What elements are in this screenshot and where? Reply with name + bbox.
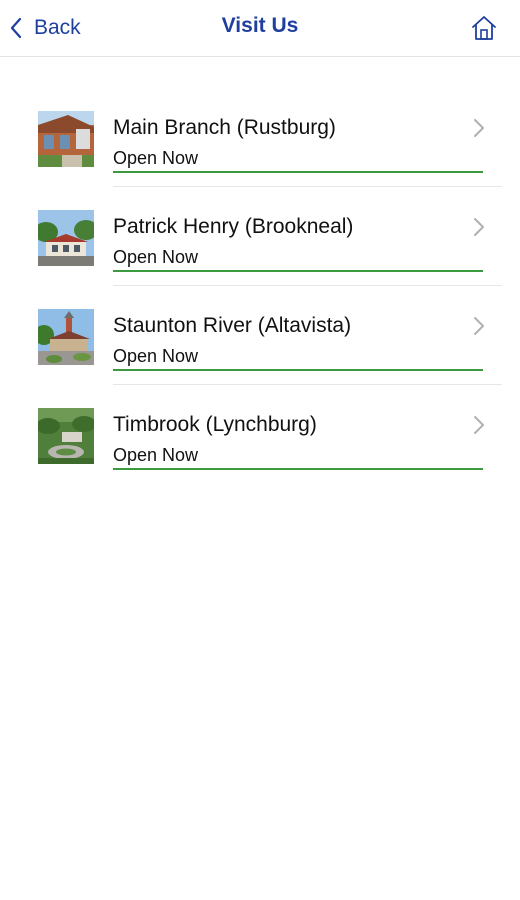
open-status-bar (113, 171, 483, 173)
chevron-right-icon (472, 217, 486, 237)
open-status-bar (113, 468, 483, 470)
page-title: Visit Us (221, 14, 299, 37)
open-status-bar (113, 270, 483, 272)
branch-status: Open Now (113, 148, 199, 168)
branch-row-main[interactable]: Main Branch (Rustburg) Open Now (0, 88, 520, 187)
main-branch-photo (38, 111, 94, 167)
navigation-bar: Back Visit Us (0, 0, 520, 57)
branch-status: Open Now (113, 445, 199, 465)
branch-status: Open Now (113, 247, 199, 267)
branch-name: Main Branch (Rustburg) (113, 116, 336, 139)
timbrook-photo (38, 408, 94, 464)
patrick-henry-photo (38, 210, 94, 266)
open-status-bar (113, 369, 483, 371)
branch-status: Open Now (113, 346, 199, 366)
chevron-right-icon (472, 316, 486, 336)
branch-name: Patrick Henry (Brookneal) (113, 215, 354, 238)
branch-name: Staunton River (Altavista) (113, 314, 352, 337)
home-button[interactable] (470, 14, 498, 42)
branch-row-timbrook[interactable]: Timbrook (Lynchburg) Open Now (0, 385, 520, 484)
home-icon (470, 14, 498, 42)
branch-row-staunton-river[interactable]: Staunton River (Altavista) Open Now (0, 286, 520, 385)
chevron-right-icon (472, 415, 486, 435)
branch-name: Timbrook (Lynchburg) (113, 413, 317, 436)
branch-row-patrick-henry[interactable]: Patrick Henry (Brookneal) Open Now (0, 187, 520, 286)
branch-list: Main Branch (Rustburg) Open Now Patrick … (0, 88, 520, 484)
staunton-river-photo (38, 309, 94, 365)
chevron-right-icon (472, 118, 486, 138)
